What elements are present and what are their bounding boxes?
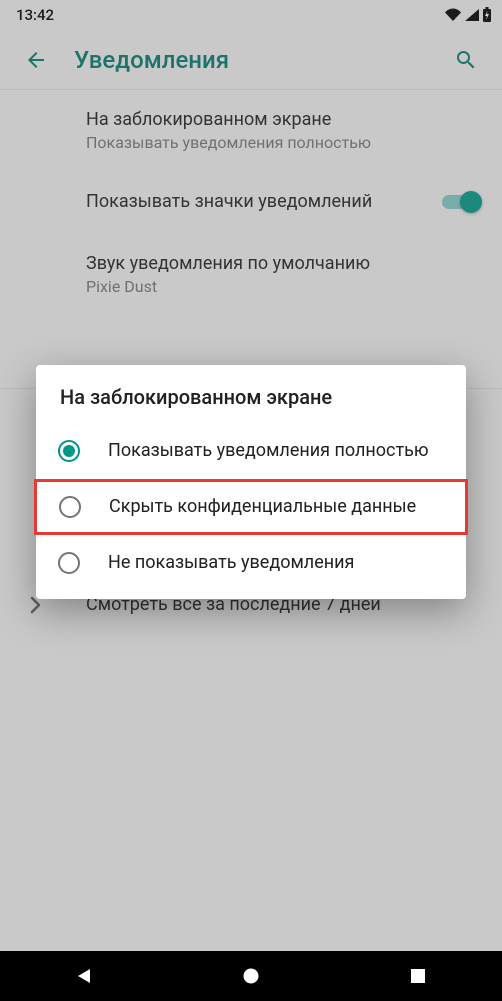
nav-home-button[interactable]: [211, 951, 291, 1001]
nav-recents-button[interactable]: [378, 951, 458, 1001]
dialog-option-show-all[interactable]: Показывать уведомления полностью: [36, 423, 466, 479]
lockscreen-dialog: На заблокированном экране Показывать уве…: [36, 365, 466, 599]
radio-icon: [58, 552, 80, 574]
nav-back-button[interactable]: [44, 951, 124, 1001]
radio-icon: [58, 440, 80, 462]
dialog-option-label: Скрыть конфиденциальные данные: [109, 495, 416, 518]
nav-recents-icon: [410, 968, 426, 984]
dialog-title: На заблокированном экране: [36, 385, 466, 423]
navigation-bar: [0, 951, 502, 1001]
dialog-option-hide-all[interactable]: Не показывать уведомления: [36, 535, 466, 591]
nav-back-icon: [74, 966, 94, 986]
dialog-option-hide-sensitive[interactable]: Скрыть конфиденциальные данные: [34, 479, 468, 535]
radio-icon: [59, 496, 81, 518]
dialog-option-label: Не показывать уведомления: [108, 551, 354, 574]
dialog-option-label: Показывать уведомления полностью: [108, 439, 429, 462]
nav-home-icon: [242, 967, 260, 985]
